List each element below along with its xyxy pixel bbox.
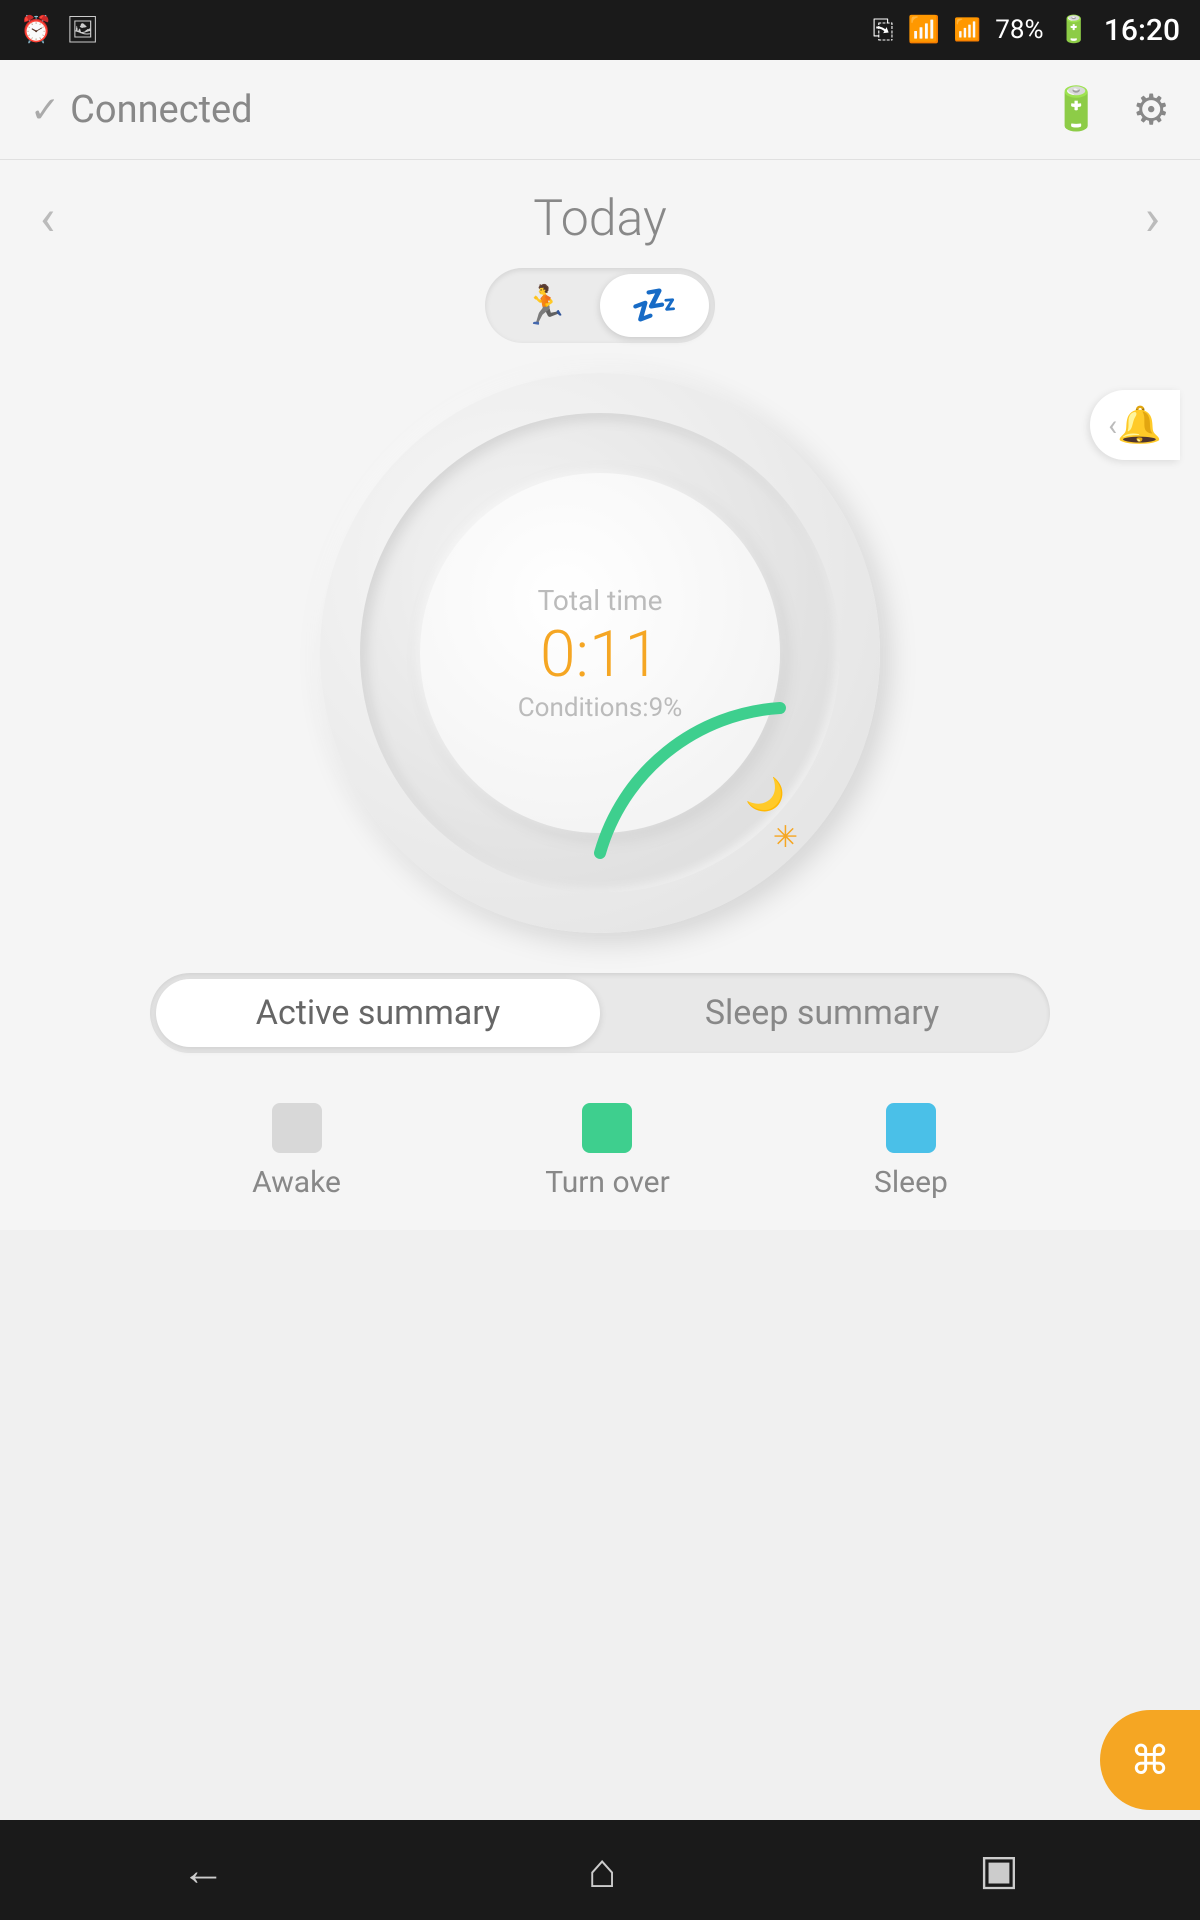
bottom-nav: ← ⌂ ▣ [0, 1820, 1200, 1920]
summary-tabs: Active summary Sleep summary [150, 973, 1050, 1053]
page-title: Today [533, 190, 666, 248]
awake-dot [272, 1103, 322, 1153]
status-right-icons: ⎘ 📶 📶 78% 🔋 16:20 [873, 13, 1180, 48]
wifi-icon: 📶 [907, 15, 939, 45]
recent-button[interactable]: ▣ [979, 1845, 1019, 1895]
check-icon: ✓ [30, 89, 60, 131]
mode-toggle[interactable]: 🏃 💤 [485, 268, 715, 343]
active-summary-label: Active summary [256, 993, 500, 1033]
legend-row: Awake Turn over Sleep [150, 1103, 1050, 1200]
turnover-dot [582, 1103, 632, 1153]
bell-notification[interactable]: ‹ 🔔 [1090, 390, 1180, 460]
legend-sleep: Sleep [874, 1103, 948, 1200]
home-button[interactable]: ⌂ [588, 1842, 617, 1899]
clock-ring: Total time 0:11 Conditions:9% [360, 413, 840, 893]
sun-icon: ✳ [773, 820, 798, 855]
total-time-value: 0:11 [540, 623, 660, 687]
sleep-mode-button[interactable]: 💤 [600, 274, 709, 337]
next-button[interactable]: › [1145, 190, 1160, 248]
activity-icon: 🏃 [522, 284, 569, 328]
legend-awake: Awake [252, 1103, 341, 1200]
back-button[interactable]: ← [181, 1844, 225, 1896]
prev-button[interactable]: ‹ [40, 190, 55, 248]
status-time: 16:20 [1104, 13, 1180, 48]
connected-label: Connected [70, 88, 252, 132]
alarm-icon: ⏰ [20, 15, 52, 45]
sleep-dot [886, 1103, 936, 1153]
bluetooth-icon: ⎘ [873, 15, 894, 46]
clock-inner: Total time 0:11 Conditions:9% [420, 473, 780, 833]
sleep-label: Sleep [874, 1165, 948, 1200]
tab-active-summary[interactable]: Active summary [156, 979, 600, 1047]
legend-turnover: Turn over [545, 1103, 670, 1200]
activity-mode-button[interactable]: 🏃 [491, 274, 600, 337]
bell-arrow-icon: ‹ [1108, 408, 1117, 443]
tab-sleep-summary[interactable]: Sleep summary [600, 979, 1044, 1047]
top-bar-left: ✓ Connected [30, 88, 253, 132]
top-bar: ✓ Connected 🔋 ⚙ [0, 60, 1200, 160]
share-icon: ⌘ [1130, 1737, 1170, 1784]
battery-icon: 🔋 [1058, 15, 1090, 45]
nav-row: ‹ Today › [0, 190, 1200, 248]
image-icon: 🖼 [66, 15, 99, 45]
battery-percent: 78% [995, 15, 1043, 45]
share-button[interactable]: ⌘ [1100, 1710, 1200, 1810]
awake-label: Awake [252, 1165, 341, 1200]
moon-icon: 🌙 [745, 775, 785, 813]
signal-icon: 📶 [954, 18, 981, 43]
bell-icon: 🔔 [1117, 404, 1162, 446]
turnover-label: Turn over [545, 1165, 670, 1200]
status-bar: ⏰ 🖼 ⎘ 📶 📶 78% 🔋 16:20 [0, 0, 1200, 60]
battery-indicator-icon: 🔋 [1050, 85, 1102, 134]
settings-icon[interactable]: ⚙ [1132, 85, 1170, 135]
conditions-text: Conditions:9% [518, 693, 682, 723]
status-left-icons: ⏰ 🖼 [20, 15, 99, 45]
sleep-summary-label: Sleep summary [705, 993, 939, 1033]
top-bar-right: 🔋 ⚙ [1050, 85, 1170, 135]
main-content: ‹ Today › 🏃 💤 12 3 6 9 Total time 0:11 C… [0, 160, 1200, 1230]
clock-container: 12 3 6 9 Total time 0:11 Conditions:9% 🌙… [320, 373, 880, 933]
total-time-label: Total time [538, 584, 663, 617]
sleep-icon: 💤 [631, 284, 678, 328]
